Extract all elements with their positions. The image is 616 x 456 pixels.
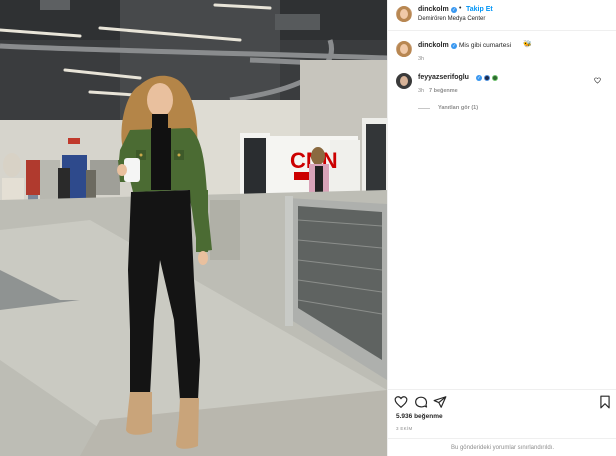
separator-dot: • bbox=[459, 5, 462, 12]
comments-disabled-notice: Bu gönderideki yorumlar sınırlandırıldı. bbox=[388, 438, 616, 456]
badge-icon bbox=[484, 75, 490, 81]
verified-badge-icon: ✓ bbox=[476, 75, 482, 81]
comment-icon[interactable] bbox=[414, 395, 428, 409]
avatar-face bbox=[400, 44, 408, 54]
comment-time: 3h bbox=[418, 88, 425, 94]
post-date: 3 EKİM bbox=[396, 426, 413, 431]
post-photo[interactable]: CNN bbox=[0, 0, 387, 456]
view-replies-button[interactable]: Yanıtları gör (1) bbox=[438, 105, 478, 111]
action-bar bbox=[388, 389, 616, 413]
follow-button[interactable]: Takip Et bbox=[466, 6, 493, 13]
caption-avatar[interactable] bbox=[396, 41, 412, 57]
caption-time: 3h bbox=[418, 56, 425, 62]
comment-username[interactable]: feyyazserifoglu bbox=[418, 74, 469, 81]
caption-text: Mis gibi cumartesi bbox=[459, 42, 512, 49]
comment-like-heart-icon[interactable] bbox=[594, 77, 601, 84]
save-bookmark-icon[interactable] bbox=[598, 395, 612, 409]
share-icon[interactable] bbox=[433, 395, 447, 409]
verified-badge-icon: ✓ bbox=[451, 43, 457, 49]
verified-badge-icon: ✓ bbox=[451, 7, 457, 13]
avatar-face bbox=[400, 9, 408, 19]
badge-icon bbox=[492, 75, 498, 81]
post-side-panel: dinckolm ✓ • Takip Et Demirören Medya Ce… bbox=[387, 0, 616, 456]
photo-scene: CNN bbox=[0, 0, 387, 456]
like-count[interactable]: 5.936 beğenme bbox=[396, 413, 443, 420]
post-location[interactable]: Demirören Medya Center bbox=[418, 16, 485, 22]
caption-username[interactable]: dinckolm bbox=[418, 42, 449, 49]
commenter-avatar[interactable] bbox=[396, 73, 412, 89]
post-header: dinckolm ✓ • Takip Et Demirören Medya Ce… bbox=[388, 0, 616, 31]
author-username[interactable]: dinckolm bbox=[418, 6, 449, 13]
like-heart-icon[interactable] bbox=[394, 395, 408, 409]
replies-divider bbox=[418, 108, 430, 109]
avatar-face bbox=[400, 76, 408, 86]
author-avatar[interactable] bbox=[396, 6, 412, 22]
bee-emoji-icon: 🐝 bbox=[523, 41, 532, 48]
instagram-post: CNN bbox=[0, 0, 616, 456]
comment-likes[interactable]: 7 beğenme bbox=[429, 88, 458, 94]
